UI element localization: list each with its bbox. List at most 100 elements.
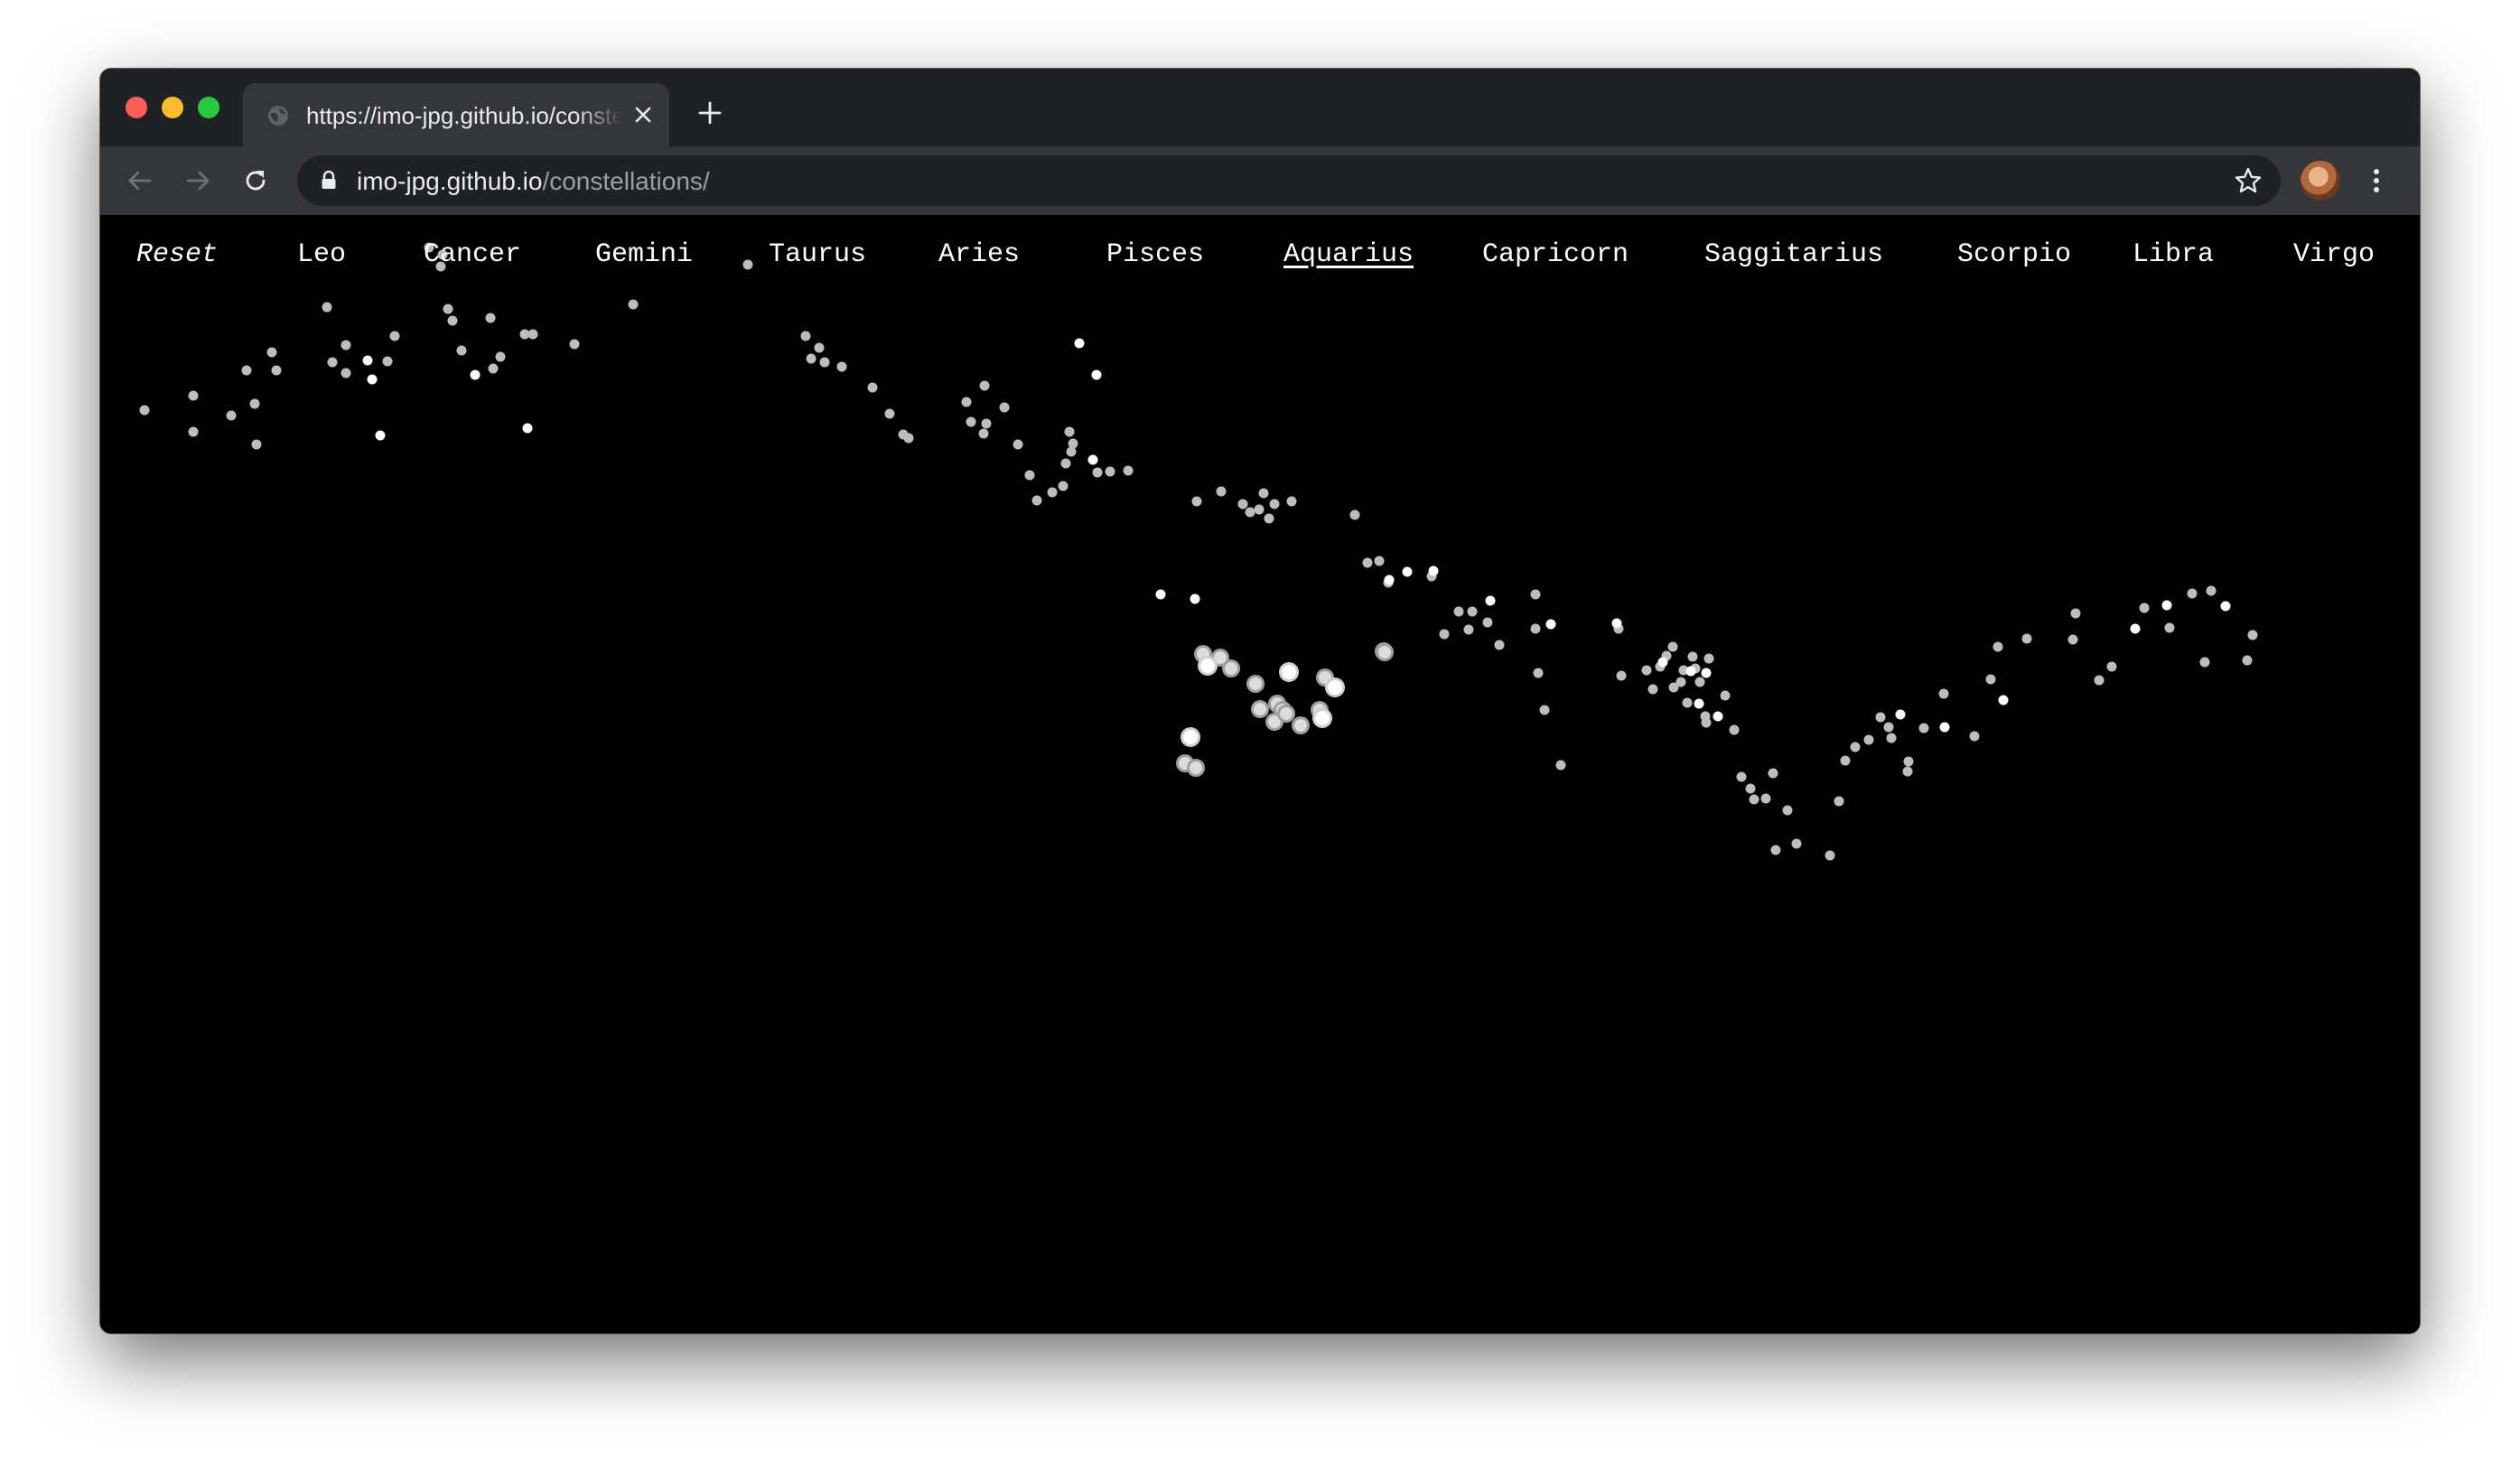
star	[1736, 771, 1747, 782]
star	[1969, 731, 1980, 742]
nav-link-aries[interactable]: Aries	[938, 238, 1020, 271]
star-field[interactable]	[100, 215, 2420, 1333]
star	[2242, 655, 2253, 666]
profile-avatar[interactable]	[2301, 161, 2340, 201]
nav-link-pisces[interactable]: Pisces	[1106, 238, 1204, 271]
nav-link-capricorn[interactable]: Capricorn	[1482, 238, 1629, 271]
star	[447, 315, 458, 326]
highlighted-star-core	[1280, 707, 1293, 720]
star	[1190, 593, 1200, 604]
star	[1768, 768, 1778, 779]
browser-menu-button[interactable]	[2358, 163, 2394, 199]
new-tab-button[interactable]	[693, 96, 727, 130]
nav-link-taurus[interactable]: Taurus	[769, 238, 866, 271]
star	[341, 340, 351, 350]
star	[1058, 481, 1069, 491]
star	[1031, 495, 1042, 506]
star	[1682, 697, 1693, 708]
url-text[interactable]: imo-jpg.github.io/constellations/	[357, 167, 710, 196]
close-window-button[interactable]	[126, 97, 147, 118]
nav-link-virgo[interactable]: Virgo	[2293, 238, 2375, 271]
star	[1875, 712, 1886, 723]
highlighted-star-core	[1190, 762, 1202, 774]
highlighted-star-core	[1328, 680, 1342, 695]
star	[1840, 755, 1851, 766]
star	[1694, 677, 1705, 687]
kebab-menu-icon	[2374, 169, 2379, 192]
star	[1539, 705, 1550, 715]
star	[375, 430, 386, 441]
star	[1064, 426, 1075, 437]
star	[249, 398, 260, 409]
browser-tab[interactable]: https://imo-jpg.github.io/constellations…	[243, 83, 669, 146]
star	[1667, 641, 1678, 652]
highlighted-star-core	[1378, 646, 1391, 659]
forward-button[interactable]	[180, 163, 216, 199]
star	[1402, 566, 1413, 577]
star	[362, 355, 373, 366]
back-button[interactable]	[122, 163, 158, 199]
nav-link-reset[interactable]: Reset	[136, 238, 218, 271]
nav-link-libra[interactable]: Libra	[2133, 238, 2214, 271]
minimize-window-button[interactable]	[162, 97, 183, 118]
star	[1087, 454, 1098, 465]
star	[999, 402, 1010, 413]
star	[1349, 509, 1360, 520]
star	[2164, 622, 2175, 633]
reload-icon	[246, 171, 266, 191]
nav-link-gemini[interactable]: Gemini	[595, 238, 693, 271]
star	[1428, 565, 1439, 576]
star	[1985, 674, 1996, 685]
star	[1091, 369, 1102, 380]
star	[322, 302, 332, 313]
nav-link-scorpio[interactable]: Scorpio	[1957, 238, 2071, 271]
star	[1362, 557, 1373, 568]
star	[1938, 688, 1949, 699]
star	[1760, 793, 1771, 804]
star	[188, 426, 199, 437]
star	[1694, 698, 1704, 709]
star	[1047, 487, 1058, 498]
star	[1254, 504, 1265, 515]
nav-link-saggitarius[interactable]: Saggitarius	[1704, 238, 1883, 271]
star	[961, 397, 972, 407]
star	[1720, 690, 1731, 701]
star	[1895, 709, 1906, 720]
nav-link-leo[interactable]: Leo	[297, 238, 346, 271]
star	[1463, 624, 1474, 635]
star	[1713, 711, 1723, 722]
star	[1155, 589, 1166, 600]
highlighted-star-core	[1282, 665, 1296, 679]
star	[470, 369, 481, 380]
star	[903, 433, 914, 444]
tab-title: https://imo-jpg.github.io/constellations…	[306, 102, 622, 129]
star	[1494, 640, 1505, 650]
star	[1825, 850, 1835, 861]
star	[527, 329, 538, 340]
highlighted-star-core	[1254, 703, 1266, 715]
star	[1013, 439, 1023, 450]
star	[1555, 760, 1566, 771]
star	[1657, 657, 1668, 668]
globe-icon	[268, 106, 288, 126]
star	[1703, 653, 1714, 664]
star	[1286, 496, 1297, 507]
reload-button[interactable]	[238, 163, 274, 199]
star	[1863, 734, 1874, 745]
nav-link-aquarius[interactable]: Aquarius	[1283, 238, 1414, 271]
star	[1245, 507, 1255, 518]
star	[1675, 677, 1686, 687]
star	[1467, 606, 1478, 617]
bookmark-star-icon[interactable]	[2234, 166, 2263, 195]
star	[1770, 845, 1781, 855]
star	[836, 361, 847, 372]
zoom-window-button[interactable]	[198, 97, 219, 118]
nav-link-cancer[interactable]: Cancer	[424, 238, 521, 271]
star	[2070, 608, 2081, 619]
star	[966, 416, 976, 427]
address-bar[interactable]: imo-jpg.github.io/constellations/	[297, 155, 2281, 206]
tab-close-icon[interactable]	[630, 101, 657, 128]
star	[1903, 756, 1914, 767]
star	[2161, 600, 2172, 611]
star	[1545, 619, 1556, 630]
